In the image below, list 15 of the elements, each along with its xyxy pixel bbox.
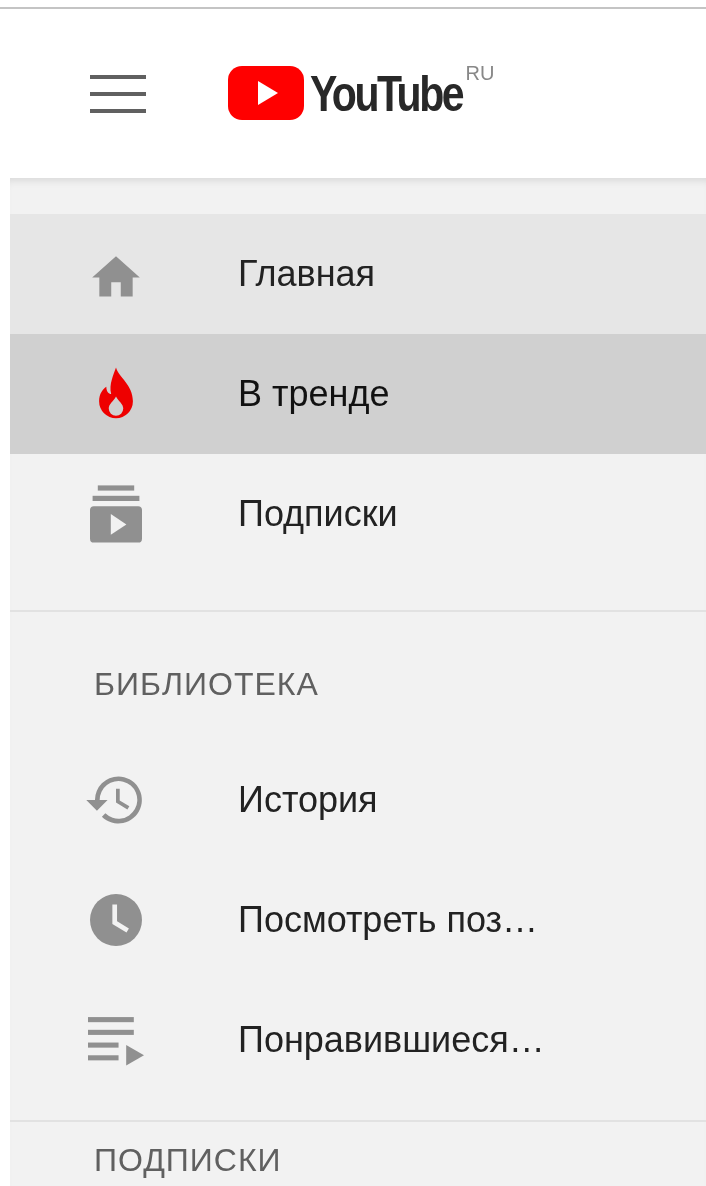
subscriptions-icon <box>90 485 142 543</box>
section-title: ПОДПИСКИ <box>93 1141 283 1180</box>
logo-text[interactable]: YouTube <box>310 65 463 122</box>
sidebar-item[interactable]: Посмотреть поз… <box>10 860 706 980</box>
region-label: RU <box>465 61 495 85</box>
menu-icon[interactable] <box>90 74 146 113</box>
sidebar-item[interactable]: Главная <box>10 214 706 334</box>
sidebar-item[interactable]: В тренде <box>10 334 706 454</box>
section-title: БИБЛИОТЕКА <box>93 665 320 704</box>
sidebar-item[interactable]: Подписки <box>10 454 706 574</box>
clock-icon <box>90 894 142 946</box>
play-logo-icon[interactable] <box>228 65 304 120</box>
playlist-icon <box>88 1014 144 1066</box>
sidebar-item[interactable]: Понравившиеся… <box>10 980 706 1100</box>
sidebar-item[interactable]: История <box>10 740 706 860</box>
